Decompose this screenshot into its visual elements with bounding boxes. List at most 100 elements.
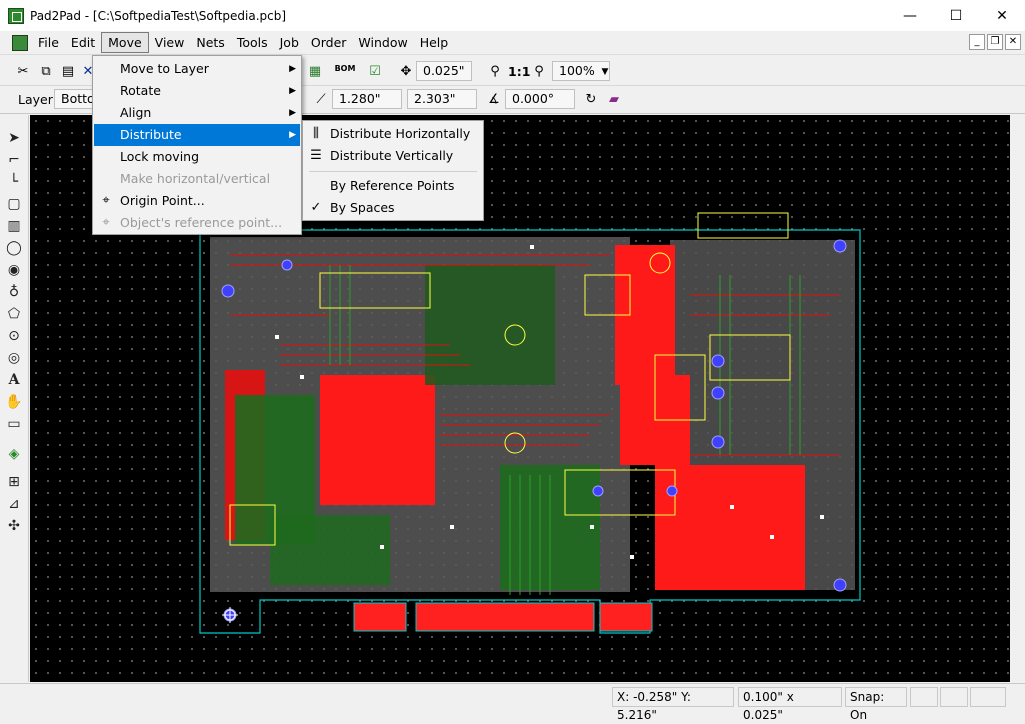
menu-item-label: By Spaces (330, 200, 395, 215)
layer-label: Layer: (18, 92, 57, 107)
menu-item-by-reference-points[interactable]: By Reference Points (304, 175, 482, 197)
snap-status[interactable]: Snap: On (845, 687, 907, 722)
via-tool-icon[interactable]: ◉ (5, 261, 23, 279)
menu-item-by-spaces[interactable]: ✓ By Spaces (304, 197, 482, 219)
copy-icon[interactable]: ⧉ (37, 62, 55, 80)
distribute-horizontal-icon: ⫼ (313, 126, 319, 141)
polygon-tool-icon[interactable]: ⬠ (5, 305, 23, 323)
grid-move-icon[interactable]: ✥ (397, 62, 415, 80)
status-bar: X: -0.258" Y: 5.216" 0.100" x 0.025" Sna… (0, 683, 1025, 722)
zoom-area-icon[interactable]: ⚲ (486, 62, 504, 80)
mdi-restore-button[interactable]: ❐ (987, 34, 1003, 50)
route-corner-icon[interactable]: └ (5, 173, 23, 191)
distribute-submenu: ⫼ Distribute Horizontally ☰ Distribute V… (302, 120, 484, 221)
component-tool-icon[interactable]: ▥ (5, 217, 23, 235)
left-toolbar: ➤ ⌐ └ ▢ ▥ ◯ ◉ ♁ ⬠ ⊙ ◎ A ✋ ▭ ◈ ⊞ ⊿ ✣ (0, 115, 29, 682)
layers-icon[interactable]: ◈ (5, 445, 23, 463)
submenu-arrow-icon: ▶ (289, 130, 296, 140)
vertical-scrollbar[interactable] (1010, 115, 1025, 682)
crosshair-icon: ⌖ (102, 215, 110, 230)
status-cell-empty-1 (910, 687, 938, 707)
menu-help[interactable]: Help (414, 33, 455, 52)
menu-job[interactable]: Job (274, 33, 305, 52)
menu-item-label: By Reference Points (330, 178, 455, 193)
measure-icon[interactable]: ⊿ (5, 495, 23, 513)
menu-item-label: Make horizontal/vertical (120, 171, 271, 186)
line-tool-icon[interactable]: ⟋ (312, 90, 330, 108)
book-icon[interactable]: ▰ (605, 90, 623, 108)
pan-hand-icon[interactable]: ✋ (5, 393, 23, 411)
menu-view[interactable]: View (149, 33, 191, 52)
pad-tool-icon[interactable]: ◎ (5, 349, 23, 367)
x-position-field[interactable]: 1.280" (332, 89, 402, 109)
crosshair-icon: ⌖ (102, 193, 110, 208)
submenu-arrow-icon: ▶ (289, 108, 296, 118)
menu-item-lock-moving[interactable]: Lock moving (94, 146, 300, 168)
check-icon[interactable]: ☑ (366, 62, 384, 80)
cut-icon[interactable]: ✂ (14, 62, 32, 80)
menu-item-label: Align (120, 105, 152, 120)
circle-tool-icon[interactable]: ⊙ (5, 327, 23, 345)
grid-size-select[interactable]: 0.100" x 0.025" (738, 687, 842, 722)
status-cell-empty-3 (970, 687, 1006, 707)
zoom-icon[interactable]: ⚲ (530, 62, 548, 80)
mdi-close-button[interactable]: ✕ (1005, 34, 1021, 50)
origin-icon[interactable]: ✣ (5, 517, 23, 535)
angle-icon: ∡ (488, 91, 500, 107)
menu-item-label: Distribute Vertically (330, 148, 454, 163)
menu-item-object-reference-point: ⌖ Object's reference point... (94, 212, 300, 234)
rotate-icon[interactable]: ↻ (582, 90, 600, 108)
bom-icon[interactable]: BOM (335, 60, 356, 78)
zoom-one-to-one-button[interactable]: 1:1 (508, 64, 530, 79)
menu-item-distribute-horizontally[interactable]: ⫼ Distribute Horizontally (304, 123, 482, 145)
component-icon[interactable]: ▦ (306, 62, 324, 80)
layer-select[interactable]: Bottom (54, 89, 96, 109)
app-icon (8, 7, 24, 24)
select-arrow-icon[interactable]: ➤ (5, 129, 23, 147)
menu-item-move-to-layer[interactable]: Move to Layer ▶ (94, 58, 300, 80)
minimize-button[interactable]: — (887, 0, 933, 31)
rectangle-tool-icon[interactable]: ▢ (5, 195, 23, 213)
menu-item-rotate[interactable]: Rotate ▶ (94, 80, 300, 102)
checkmark-icon: ✓ (310, 200, 322, 215)
move-menu: Move to Layer ▶ Rotate ▶ Align ▶ Distribute… (92, 55, 302, 235)
menu-order[interactable]: Order (305, 33, 353, 52)
menu-nets[interactable]: Nets (190, 33, 230, 52)
cursor-coordinates: X: -0.258" Y: 5.216" (612, 687, 734, 722)
paste-icon[interactable]: ▤ (59, 62, 77, 80)
y-position-field[interactable]: 2.303" (407, 89, 477, 109)
menu-item-origin-point[interactable]: ⌖ Origin Point... (94, 190, 300, 212)
route-trace-icon[interactable]: ⌐ (5, 151, 23, 169)
status-cell-empty-2 (940, 687, 968, 707)
menu-edit[interactable]: Edit (65, 33, 101, 52)
maximize-button[interactable]: ☐ (933, 0, 979, 31)
submenu-arrow-icon: ▶ (289, 64, 296, 74)
text-tool-icon[interactable]: A (5, 371, 23, 389)
menu-item-label: Move to Layer (120, 61, 209, 76)
zoom-dropdown-icon[interactable]: ▼ (596, 63, 614, 81)
menu-file[interactable]: File (32, 33, 65, 52)
ellipse-tool-icon[interactable]: ◯ (5, 239, 23, 257)
submenu-arrow-icon: ▶ (289, 86, 296, 96)
angle-field[interactable]: 0.000° (505, 89, 575, 109)
close-button[interactable]: ✕ (979, 0, 1025, 31)
menu-window[interactable]: Window (352, 33, 413, 52)
menu-item-label: Lock moving (120, 149, 200, 164)
menu-item-distribute-vertically[interactable]: ☰ Distribute Vertically (304, 145, 482, 167)
menu-item-align[interactable]: Align ▶ (94, 102, 300, 124)
drill-tool-icon[interactable]: ♁ (5, 283, 23, 301)
menu-bar: File Edit Move View Nets Tools Job Order… (0, 31, 1025, 55)
menu-item-label: Origin Point... (120, 193, 205, 208)
menu-tools[interactable]: Tools (231, 33, 274, 52)
document-icon[interactable] (12, 34, 28, 51)
menu-item-label: Distribute Horizontally (330, 126, 471, 141)
menu-item-label: Distribute (120, 127, 182, 142)
ruler-icon[interactable]: ▭ (5, 415, 23, 433)
distribute-vertical-icon: ☰ (310, 148, 322, 163)
menu-item-label: Object's reference point... (120, 215, 283, 230)
menu-item-distribute[interactable]: Distribute ▶ (94, 124, 300, 146)
snap-grid-icon[interactable]: ⊞ (5, 473, 23, 491)
grid-size-field[interactable]: 0.025" (416, 61, 472, 81)
menu-move[interactable]: Move (101, 32, 149, 53)
mdi-minimize-button[interactable]: _ (969, 34, 985, 50)
